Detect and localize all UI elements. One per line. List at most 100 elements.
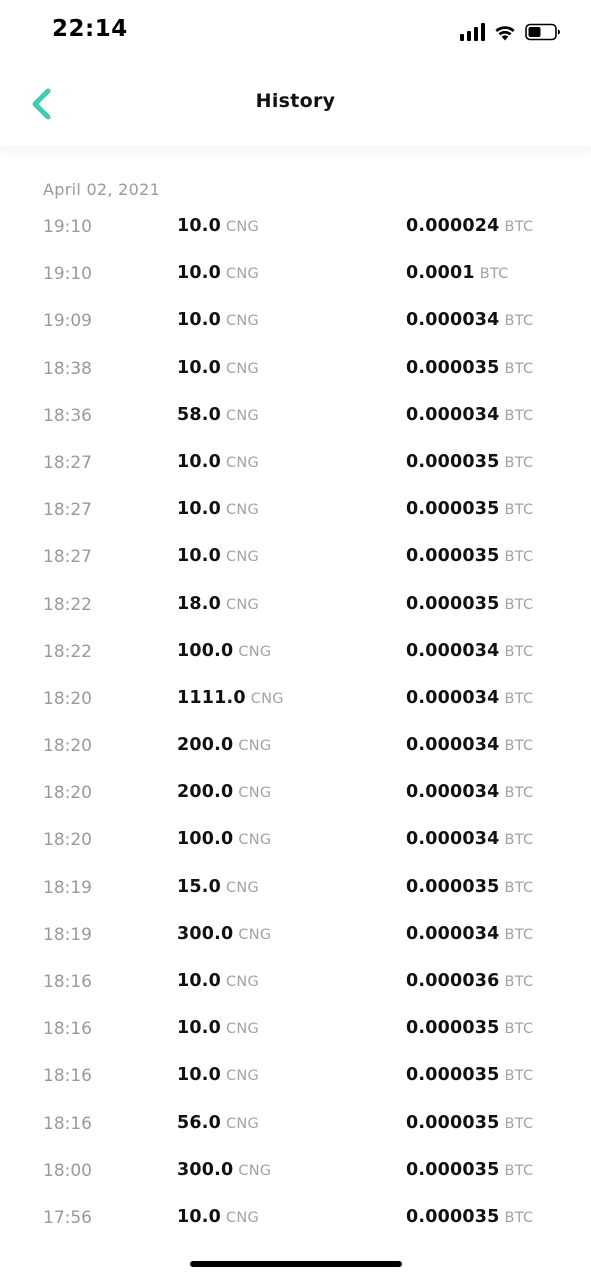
list-item[interactable]: 18:27 10.0 CNG 0.000035 BTC [0,533,591,580]
list-item[interactable]: 18:00 300.0 CNG 0.000035 BTC [0,1147,591,1194]
trade-price: 0.000034 BTC [406,641,533,661]
list-item[interactable]: 18:27 10.0 CNG 0.000035 BTC [0,439,591,486]
trade-price: 0.000034 BTC [406,310,533,330]
trade-amount: 100.0 CNG [177,829,271,849]
price-unit: BTC [504,1209,534,1226]
price-unit: BTC [504,596,534,613]
trade-amount: 10.0 CNG [177,452,259,472]
price-unit: BTC [504,360,534,377]
status-time: 22:14 [52,16,128,42]
amount-unit: CNG [225,1209,260,1226]
trade-price: 0.000035 BTC [406,1160,533,1180]
price-value: 0.000034 [406,923,500,944]
price-unit: BTC [504,454,534,471]
price-value: 0.0001 [406,263,475,284]
list-item[interactable]: 19:09 10.0 CNG 0.000034 BTC [0,297,591,344]
amount-value: 18.0 [177,593,221,614]
trade-amount: 58.0 CNG [177,405,259,425]
trade-time: 18:16 [43,1066,92,1087]
price-value: 0.000034 [406,687,500,708]
trade-time: 18:16 [43,1019,92,1040]
list-item[interactable]: 18:16 10.0 CNG 0.000035 BTC [0,1005,591,1052]
price-unit: BTC [504,502,534,519]
trade-amount: 10.0 CNG [177,1018,259,1038]
trade-amount: 18.0 CNG [177,594,259,614]
trade-time: 18:20 [43,830,92,851]
history-rows: 19:10 10.0 CNG 0.000024 BTC 19:10 10.0 CNG 0.000… [0,203,591,1241]
trade-time: 18:00 [43,1160,92,1181]
trade-price: 0.000035 BTC [406,1065,533,1085]
amount-unit: CNG [225,219,260,235]
trade-amount: 100.0 CNG [177,641,271,661]
trade-amount: 10.0 CNG [177,216,259,236]
amount-value: 300.0 [177,1159,234,1180]
list-item[interactable]: 18:20 1111.0 CNG 0.000034 BTC [0,675,591,722]
amount-unit: CNG [250,690,284,707]
amount-unit: CNG [225,974,260,990]
price-value: 0.000035 [406,1159,500,1180]
amount-unit: CNG [225,549,260,566]
list-item[interactable]: 18:16 10.0 CNG 0.000036 BTC [0,958,591,1005]
list-item[interactable]: 18:36 58.0 CNG 0.000034 BTC [0,392,591,439]
amount-unit: CNG [225,1115,260,1132]
price-unit: BTC [504,974,534,990]
price-unit: BTC [504,549,534,566]
list-item[interactable]: 18:16 56.0 CNG 0.000035 BTC [0,1100,591,1147]
history-list[interactable]: April 02, 2021 19:10 10.0 CNG 0.000024 BTC 19… [0,146,591,1250]
amount-unit: CNG [225,454,260,471]
list-item[interactable]: 18:16 10.0 CNG 0.000035 BTC [0,1052,591,1099]
list-item[interactable]: 18:20 200.0 CNG 0.000034 BTC [0,769,591,816]
amount-unit: CNG [225,1068,260,1085]
amount-value: 100.0 [177,640,234,661]
status-icons [460,22,561,42]
price-unit: BTC [504,219,534,235]
trade-time: 18:16 [43,1113,92,1134]
price-value: 0.000035 [406,1206,500,1227]
list-item[interactable]: 19:10 10.0 CNG 0.000024 BTC [0,203,591,250]
price-unit: BTC [504,1068,534,1085]
list-item[interactable]: 19:10 10.0 CNG 0.0001 BTC [0,250,591,297]
trade-time: 18:27 [43,452,92,473]
trade-amount: 10.0 CNG [177,499,259,519]
amount-unit: CNG [225,313,260,330]
trade-time: 18:16 [43,972,92,992]
date-header: April 02, 2021 [43,180,161,199]
trade-amount: 1111.0 CNG [177,688,284,708]
list-item[interactable]: 18:20 100.0 CNG 0.000034 BTC [0,816,591,863]
list-item[interactable]: 18:20 200.0 CNG 0.000034 BTC [0,722,591,769]
price-unit: BTC [504,879,534,896]
trade-time: 18:27 [43,547,92,568]
price-value: 0.000035 [406,357,500,378]
list-item[interactable]: 18:27 10.0 CNG 0.000035 BTC [0,486,591,533]
amount-value: 1111.0 [177,687,246,708]
trade-time: 19:10 [43,264,92,285]
list-item[interactable]: 18:38 10.0 CNG 0.000035 BTC [0,345,591,392]
amount-value: 200.0 [177,735,234,756]
price-value: 0.000035 [406,1018,500,1039]
list-item[interactable]: 18:19 15.0 CNG 0.000035 BTC [0,864,591,911]
cellular-signal-icon [460,23,485,41]
price-value: 0.000034 [406,829,500,850]
trade-time: 18:27 [43,500,92,521]
price-unit: BTC [504,313,534,330]
amount-value: 10.0 [177,1065,221,1086]
price-unit: BTC [504,832,534,849]
amount-unit: CNG [238,1162,272,1179]
home-indicator[interactable] [190,1261,402,1267]
price-value: 0.000035 [406,546,500,567]
trade-time: 18:20 [43,783,92,804]
list-item[interactable]: 18:19 300.0 CNG 0.000034 BTC [0,911,591,958]
price-unit: BTC [504,738,534,755]
trade-amount: 10.0 CNG [177,263,259,283]
list-item[interactable]: 17:56 10.0 CNG 0.000035 BTC [0,1194,591,1241]
price-value: 0.000034 [406,782,500,803]
trade-amount: 10.0 CNG [177,1207,259,1227]
price-value: 0.000034 [406,735,500,756]
price-unit: BTC [479,266,509,283]
amount-value: 10.0 [177,263,221,284]
price-value: 0.000035 [406,1065,500,1086]
amount-value: 58.0 [177,404,221,425]
trade-price: 0.000024 BTC [406,216,533,236]
list-item[interactable]: 18:22 100.0 CNG 0.000034 BTC [0,628,591,675]
list-item[interactable]: 18:22 18.0 CNG 0.000035 BTC [0,581,591,628]
